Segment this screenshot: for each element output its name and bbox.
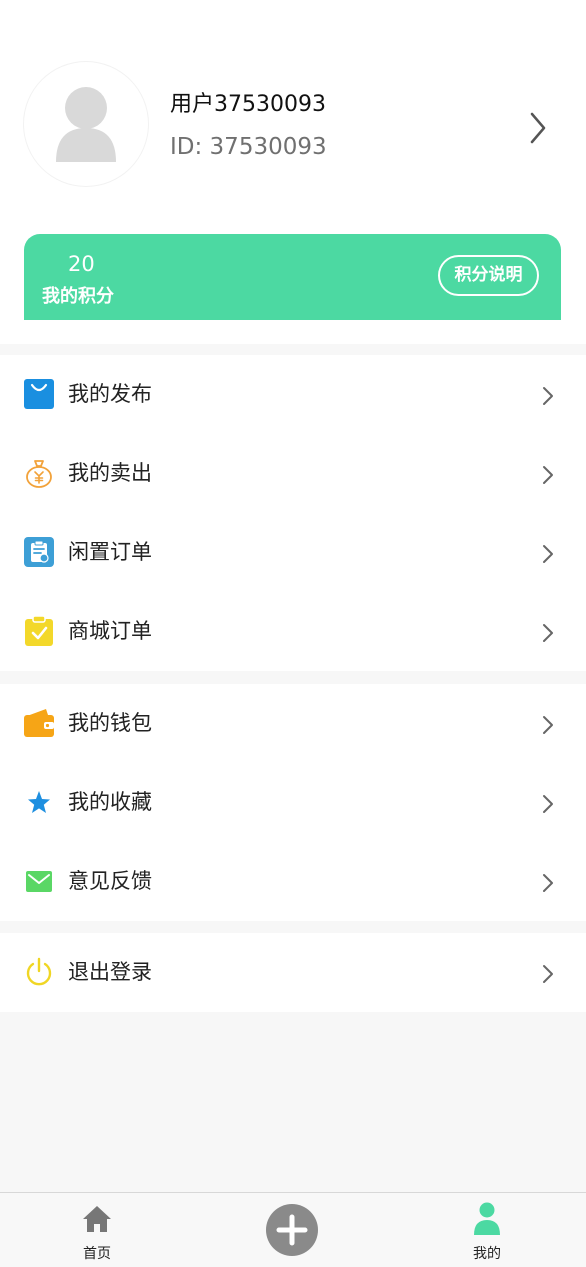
chevron-right-icon [543,466,553,484]
chevron-right-icon [543,795,553,813]
menu-item-my-favorites[interactable]: 我的收藏 [0,763,586,842]
power-icon [26,957,52,986]
points-label: 我的积分 [42,286,114,307]
menu-group-orders: 我的发布 我的卖出 闲置订单 商城订单 [0,355,586,671]
tab-home-label: 首页 [83,1246,111,1262]
chevron-right-icon [543,965,553,983]
user-id: ID: 37530093 [170,134,327,160]
shopping-bag-icon [24,379,54,409]
menu-item-label: 我的卖出 [68,461,152,485]
menu-item-label: 闲置订单 [68,540,152,564]
tab-me-label: 我的 [473,1246,501,1262]
avatar[interactable] [24,62,148,186]
checklist-icon [25,616,53,646]
default-avatar-icon [56,87,116,162]
tab-me[interactable]: 我的 [427,1193,547,1267]
publish-button[interactable] [266,1204,318,1256]
chevron-right-icon [543,716,553,734]
menu-group-personal: 我的钱包 我的收藏 意见反馈 [0,684,586,921]
username: 用户37530093 [170,92,326,117]
menu-item-feedback[interactable]: 意见反馈 [0,842,586,921]
menu-item-label: 我的发布 [68,382,152,406]
chevron-right-icon [543,624,553,642]
menu-item-mall-orders[interactable]: 商城订单 [0,592,586,671]
home-icon [83,1206,111,1232]
chevron-right-icon[interactable] [528,110,548,146]
points-card: 20 我的积分 积分说明 [24,234,561,320]
profile-header: 用户37530093 ID: 37530093 20 我的积分 积分说明 [0,0,586,344]
menu-item-label: 我的钱包 [68,711,152,735]
clipboard-icon [24,537,54,567]
menu-item-label: 商城订单 [68,619,152,643]
menu-item-my-sold[interactable]: 我的卖出 [0,434,586,513]
chevron-right-icon [543,545,553,563]
menu-item-label: 退出登录 [68,960,152,984]
menu-item-my-posts[interactable]: 我的发布 [0,355,586,434]
menu-item-my-wallet[interactable]: 我的钱包 [0,684,586,763]
bottom-tab-bar: 首页 我的 [0,1192,586,1267]
tab-home[interactable]: 首页 [37,1193,157,1267]
menu-group-account: 退出登录 [0,933,586,1012]
menu-item-label: 我的收藏 [68,790,152,814]
user-icon [474,1202,500,1235]
points-info-button[interactable]: 积分说明 [438,255,539,296]
envelope-icon [26,871,52,892]
star-icon [28,791,50,813]
menu-item-logout[interactable]: 退出登录 [0,933,586,1012]
plus-icon [276,1214,308,1246]
menu-item-idle-orders[interactable]: 闲置订单 [0,513,586,592]
chevron-right-icon [543,874,553,892]
chevron-right-icon [543,387,553,405]
points-value: 20 [68,252,95,276]
wallet-icon [24,709,54,737]
menu-item-label: 意见反馈 [68,869,152,893]
money-bag-icon [26,460,52,488]
